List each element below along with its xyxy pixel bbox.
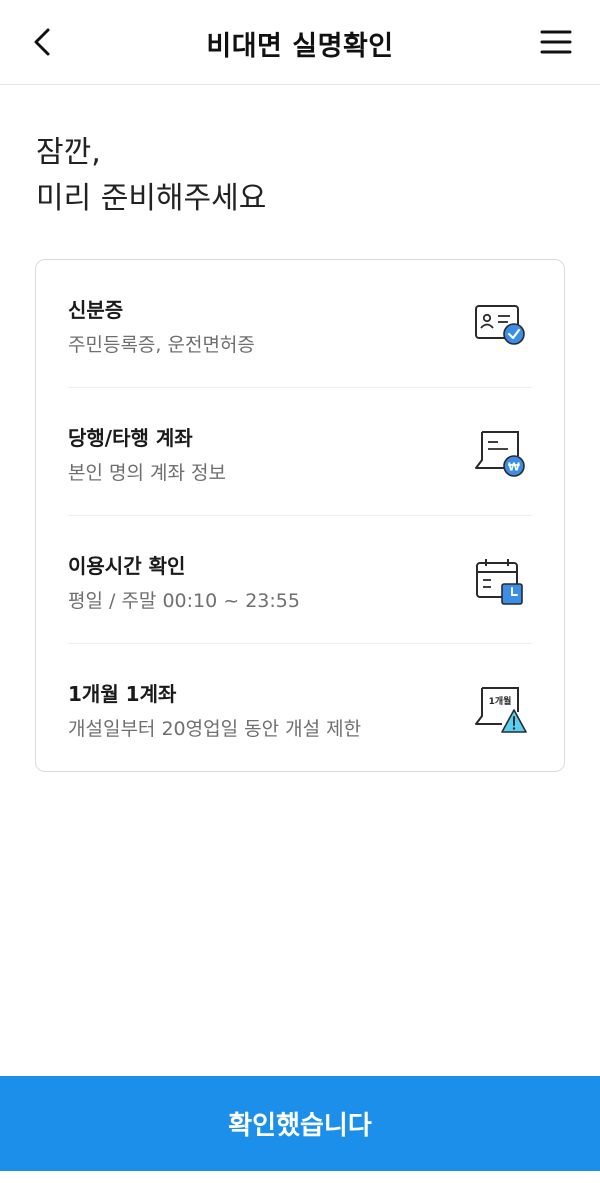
checklist-item-id-card: 신분증 주민등록증, 운전면허증: [68, 260, 532, 388]
hamburger-menu-icon: [540, 30, 572, 54]
headline-line-1: 잠깐,: [36, 135, 101, 170]
app-header: 비대면 실명확인: [0, 0, 600, 85]
checklist-item-account: 당행/타행 계좌 본인 명의 계좌 정보 ₩: [68, 388, 532, 516]
item-subtitle: 개설일부터 20영업일 동안 개설 제한: [68, 718, 362, 740]
item-subtitle: 본인 명의 계좌 정보: [68, 462, 226, 484]
item-subtitle: 평일 / 주말 00:10 ~ 23:55: [68, 590, 300, 612]
document-warning-icon: 1개월: [475, 687, 527, 733]
page-title: 비대면 실명확인: [206, 31, 394, 62]
checklist-item-hours: 이용시간 확인 평일 / 주말 00:10 ~ 23:55: [68, 516, 532, 644]
bank-account-won-icon: ₩: [475, 431, 525, 477]
headline: 잠깐, 미리 준비해주세요: [36, 130, 266, 222]
calendar-month-label: 1개월: [489, 695, 512, 707]
checklist-item-account-limit: 1개월 1계좌 개설일부터 20영업일 동안 개설 제한 1개월: [68, 644, 532, 772]
menu-button[interactable]: [534, 20, 578, 64]
item-title: 당행/타행 계좌: [68, 426, 193, 450]
confirm-button[interactable]: 확인했습니다: [0, 1076, 600, 1171]
item-title: 이용시간 확인: [68, 554, 186, 578]
id-card-check-icon: [475, 305, 525, 345]
item-subtitle: 주민등록증, 운전면허증: [68, 334, 255, 356]
checklist-card: 신분증 주민등록증, 운전면허증 당행/타행 계좌 본인 명의 계좌 정보 ₩ …: [35, 259, 565, 772]
item-title: 신분증: [68, 298, 124, 322]
item-title: 1개월 1계좌: [68, 682, 177, 706]
svg-text:₩: ₩: [508, 461, 520, 474]
calendar-clock-icon: [476, 559, 523, 605]
headline-line-2: 미리 준비해주세요: [36, 181, 267, 216]
